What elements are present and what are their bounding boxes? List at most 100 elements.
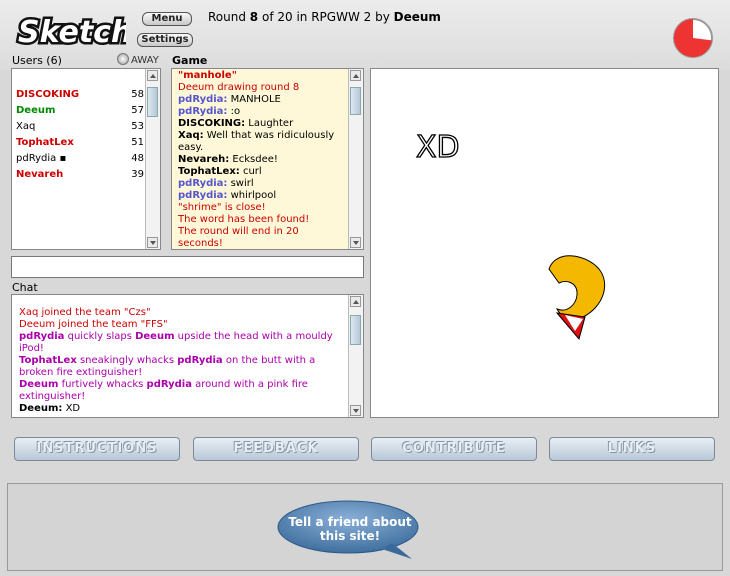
message-author: TophatLex: (178, 166, 240, 177)
links-button[interactable]: LINKS (549, 437, 715, 461)
scroll-thumb[interactable] (350, 87, 361, 115)
scroll-thumb[interactable] (147, 87, 158, 117)
round-drawer: Deeum (393, 10, 441, 24)
message-author: Xaq: (178, 130, 204, 141)
scroll-down-icon[interactable] (147, 237, 158, 248)
game-message: pdRydia: MANHOLE (178, 94, 346, 106)
guess-input[interactable] (11, 256, 364, 278)
feedback-button[interactable]: FEEDBACK (193, 437, 359, 461)
chat-text: furtively whacks (58, 379, 147, 390)
logo-text: Sketch (18, 15, 126, 50)
game-message: "shrime" is close! (178, 202, 266, 213)
chat-message: Deeum furtively whacks pdRydia around wi… (19, 379, 344, 403)
user-name: TophatLex (16, 137, 74, 148)
message-text: :o (227, 106, 241, 117)
chat-message: pdRydia quickly slaps Deeum upside the h… (19, 331, 344, 355)
user-row[interactable]: Nevareh 39 (16, 167, 144, 183)
chat-user-name: pdRydia (177, 355, 223, 366)
message-text: curl (239, 166, 262, 177)
round-prefix: Round (208, 10, 246, 24)
message-text: Ecksdee! (229, 154, 278, 165)
scroll-up-icon[interactable] (350, 70, 361, 81)
user-row[interactable]: TophatLex 51 (16, 135, 144, 151)
user-score: 48 (131, 153, 144, 164)
message-text: Laughter (245, 118, 294, 129)
scroll-down-icon[interactable] (350, 405, 361, 416)
chat-user-name: Deeum (135, 331, 175, 342)
chat-messages: Xaq joined the team "Czs" Deeum joined th… (11, 294, 364, 418)
user-name: Deeum (16, 105, 56, 116)
game-message: Nevareh: Ecksdee! (178, 154, 346, 166)
message-text: whirlpool (227, 190, 277, 201)
chat-text: Xaq joined the team "Czs" (19, 307, 151, 318)
user-row[interactable]: Xaq 53 (16, 119, 144, 135)
users-scrollbar[interactable] (145, 69, 160, 249)
user-score: 57 (131, 105, 144, 116)
game-message: pdRydia: :o (178, 106, 346, 118)
user-name: DISCOKING (16, 89, 80, 100)
game-message: Xaq: Well that was ridiculously easy. (178, 130, 346, 154)
settings-button[interactable]: Settings (137, 33, 193, 47)
scribble-xd: XD (415, 129, 460, 165)
game-message: The round will end in 20 seconds! (178, 226, 299, 249)
game-scrollbar[interactable] (348, 69, 363, 249)
away-toggle-icon[interactable] (117, 53, 129, 65)
scroll-up-icon[interactable] (147, 70, 158, 81)
chat-message: Deeum joined the team "FFS" (19, 319, 344, 331)
scroll-up-icon[interactable] (350, 296, 361, 307)
menu-button[interactable]: Menu (142, 12, 192, 26)
contribute-button[interactable]: CONTRIBUTE (371, 437, 537, 461)
chat-message: Xaq joined the team "Czs" (19, 307, 344, 319)
message-text: MANHOLE (227, 94, 281, 105)
game-message: pdRydia: swirl (178, 178, 346, 190)
chat-message: Deeum: XD (19, 403, 344, 415)
user-score: 39 (131, 169, 144, 180)
game-message: Deeum drawing round 8 (178, 82, 300, 93)
scroll-down-icon[interactable] (350, 237, 361, 248)
tell-a-friend-text[interactable]: Tell a friend about this site! (283, 515, 417, 543)
chat-text: Deeum joined the team "FFS" (19, 319, 168, 330)
message-text: swirl (227, 178, 254, 189)
chat-user-name: pdRydia (146, 379, 192, 390)
game-messages: "manhole" Deeum drawing round 8 pdRydia: M… (171, 68, 364, 250)
user-name: Xaq (16, 121, 36, 132)
user-score: 51 (131, 137, 144, 148)
chat-user-name: pdRydia (19, 331, 65, 342)
user-row[interactable]: pdRydia ▪ 48 (16, 151, 144, 167)
game-message: pdRydia: whirlpool (178, 190, 346, 202)
game-message: TophatLex: curl (178, 166, 346, 178)
users-label: Users (6) (12, 54, 62, 67)
user-name: pdRydia ▪ (16, 153, 67, 164)
message-author: pdRydia: (178, 94, 228, 105)
message-author: pdRydia: (178, 106, 228, 117)
chat-user-name: Deeum: (19, 403, 63, 414)
away-label: AWAY (131, 55, 159, 66)
user-score: 53 (131, 121, 144, 132)
game-message: "manhole" (178, 70, 237, 81)
svg-text:XD: XD (416, 130, 460, 165)
sketch-logo[interactable]: Sketch (14, 8, 127, 51)
chat-scrollbar[interactable] (348, 295, 363, 417)
user-name: Nevareh (16, 169, 64, 180)
chat-user-name: TophatLex (19, 355, 77, 366)
message-author: pdRydia: (178, 178, 228, 189)
scroll-thumb[interactable] (350, 315, 361, 345)
user-score: 58 (131, 89, 144, 100)
message-author: DISCOKING: (178, 118, 246, 129)
users-list: DISCOKING 58 Deeum 57 Xaq 53 TophatLex 51 pdRydi… (11, 68, 161, 250)
game-message: The word has been found! (178, 214, 310, 225)
chat-message: TophatLex sneakingly whacks pdRydia on t… (19, 355, 344, 379)
user-row[interactable]: Deeum 57 (16, 103, 144, 119)
drawing-canvas[interactable]: XD (370, 68, 719, 418)
chat-text: XD (62, 403, 81, 414)
message-author: pdRydia: (178, 190, 228, 201)
round-current: 8 (249, 10, 259, 24)
round-info: Round 8 of 20 in RPGWW 2 by Deeum (208, 10, 441, 24)
user-row[interactable]: DISCOKING 58 (16, 87, 144, 103)
instructions-button[interactable]: INSTRUCTIONS (14, 437, 180, 461)
game-label: Game (172, 54, 208, 67)
message-author: Nevareh: (178, 154, 230, 165)
game-message: DISCOKING: Laughter (178, 118, 346, 130)
round-of: of 20 in RPGWW 2 by (261, 10, 390, 24)
drawing-layer: XD (415, 129, 606, 341)
